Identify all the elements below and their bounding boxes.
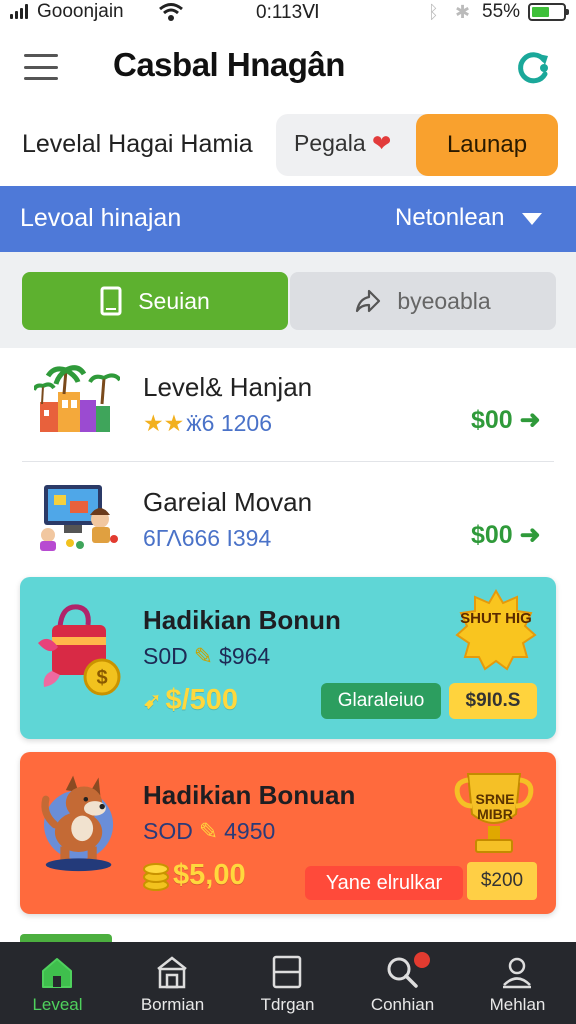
wand-icon: ✎ [193,643,214,669]
section-dropdown[interactable]: Netonlean [395,204,504,232]
pegala-option[interactable]: Pegala ❤ [294,130,391,157]
bottom-nav: Leveal Bormian Tdrgan Conhian Mehlan [0,942,576,1024]
svg-text:$: $ [96,667,107,689]
arrow-right-icon: ➜ [512,521,541,549]
bonus-title: Hadikian Bonun [143,605,341,635]
arrow-right-icon: ➜ [512,406,541,434]
app-title: Casbal Hnagân [113,46,345,83]
level-row: Levelal Hagai Hamia Pegala ❤ Launap [0,110,576,186]
item-meta: 6ΓΛ666 I394 [143,525,272,551]
item-meta: ★★ ӝ6 1206 [143,410,272,436]
hamburger-menu-icon[interactable] [24,54,58,80]
nav-label: Conhian [370,995,435,1014]
item-price-button[interactable]: $00 ➜ [471,520,541,550]
app-header: Casbal Hnagân [0,26,576,110]
nav-label: Bormian [140,995,205,1014]
heart-icon: ❤ [365,130,392,156]
tab-label: Seuian [138,287,210,314]
phone-icon [100,286,122,316]
item-name: Level& Hanjan [143,372,313,402]
sparkle-icon: ➹ [143,687,162,713]
tab-seuian[interactable]: Seuian [22,272,288,330]
bonus-value-button[interactable]: $200 [467,862,537,900]
level-label: Levelal Hagai Hamia [22,130,253,158]
divider [22,461,554,462]
home-icon [42,958,72,988]
tab-byeoabla[interactable]: byeoabla [290,272,556,330]
store-icon [157,956,187,989]
list-item[interactable]: Gareial Movan 6ΓΛ666 I394 $00 ➜ [0,463,576,576]
notification-badge [412,950,432,970]
bonus-amount: ➹ $/500 [143,684,239,716]
status-bar: Gooonjain 0:113Ⅵ ᛒ ✱ 55% [0,0,576,26]
badge-label: SHUT HIG [460,610,532,627]
section-title: Levoal hinajan [20,204,182,232]
segmented-control: Pegala ❤ Launap [276,114,558,176]
nav-conhian[interactable]: Conhian [345,942,460,1024]
chevron-down-icon[interactable] [522,213,542,225]
dog-icon [41,775,114,872]
resort-icon [34,365,120,432]
bonus-card[interactable]: $ Hadikian Bonun S0D ✎ $964 ➹ $/500 SHUT… [20,577,556,739]
signal-icon [10,4,28,19]
clock: 0:113Ⅵ [256,2,320,23]
bonus-claim-button[interactable]: Yane elrulkar [305,866,463,900]
refresh-icon[interactable] [514,48,552,86]
nav-leveal[interactable]: Leveal [0,942,115,1024]
nav-tdrgan[interactable]: Tdrgan [230,942,345,1024]
bonus-claim-button[interactable]: Glaraleiuo [321,683,441,719]
nav-label: Leveal [32,995,83,1014]
list-item[interactable]: Level& Hanjan ★★ ӝ6 1206 $00 ➜ [0,348,576,461]
tab-label: byeoabla [397,287,491,314]
bonus-card[interactable]: Hadikian Bonuan SOD ✎ 4950 $5,00 SRNE MI… [20,752,556,914]
nav-mehlan[interactable]: Mehlan [460,942,575,1024]
coin-stack-icon [143,862,169,891]
share-icon [356,289,381,313]
arcade-icon [40,485,118,551]
carrier-name: Gooonjain [37,1,124,22]
launch-button[interactable]: Launap [416,114,558,176]
square-icon [272,955,302,989]
item-price-button[interactable]: $00 ➜ [471,405,541,435]
nav-bormian[interactable]: Bormian [115,942,230,1024]
tab-bar: Seuian byeoabla [0,252,576,348]
star-icon: ★★ [143,410,185,436]
wand-icon: ✎ [198,818,219,844]
bluetooth-icon: ✱ [455,2,471,22]
badge-label: SRNE MIBR [475,791,515,822]
gift-bag-icon: $ [38,604,121,696]
bonus-title: Hadikian Bonuan [143,780,356,810]
bonus-sub: SOD ✎ 4950 [143,818,276,844]
nav-label: Tdrgan [260,995,315,1014]
bonus-value-button[interactable]: $9I0.S [449,683,537,719]
wifi-icon [159,3,183,21]
battery-percent: 55% [482,1,521,22]
starburst-badge-icon [455,589,537,671]
bonus-amount: $5,00 [143,859,246,892]
section-bar: Levoal hinajan Netonlean [0,186,576,252]
nav-label: Mehlan [489,995,546,1014]
battery-icon [528,3,569,21]
item-name: Gareial Movan [143,487,313,517]
bonus-sub: S0D ✎ $964 [143,643,271,669]
bluetooth-icon: ᛒ [428,2,439,22]
profile-icon [503,957,531,989]
